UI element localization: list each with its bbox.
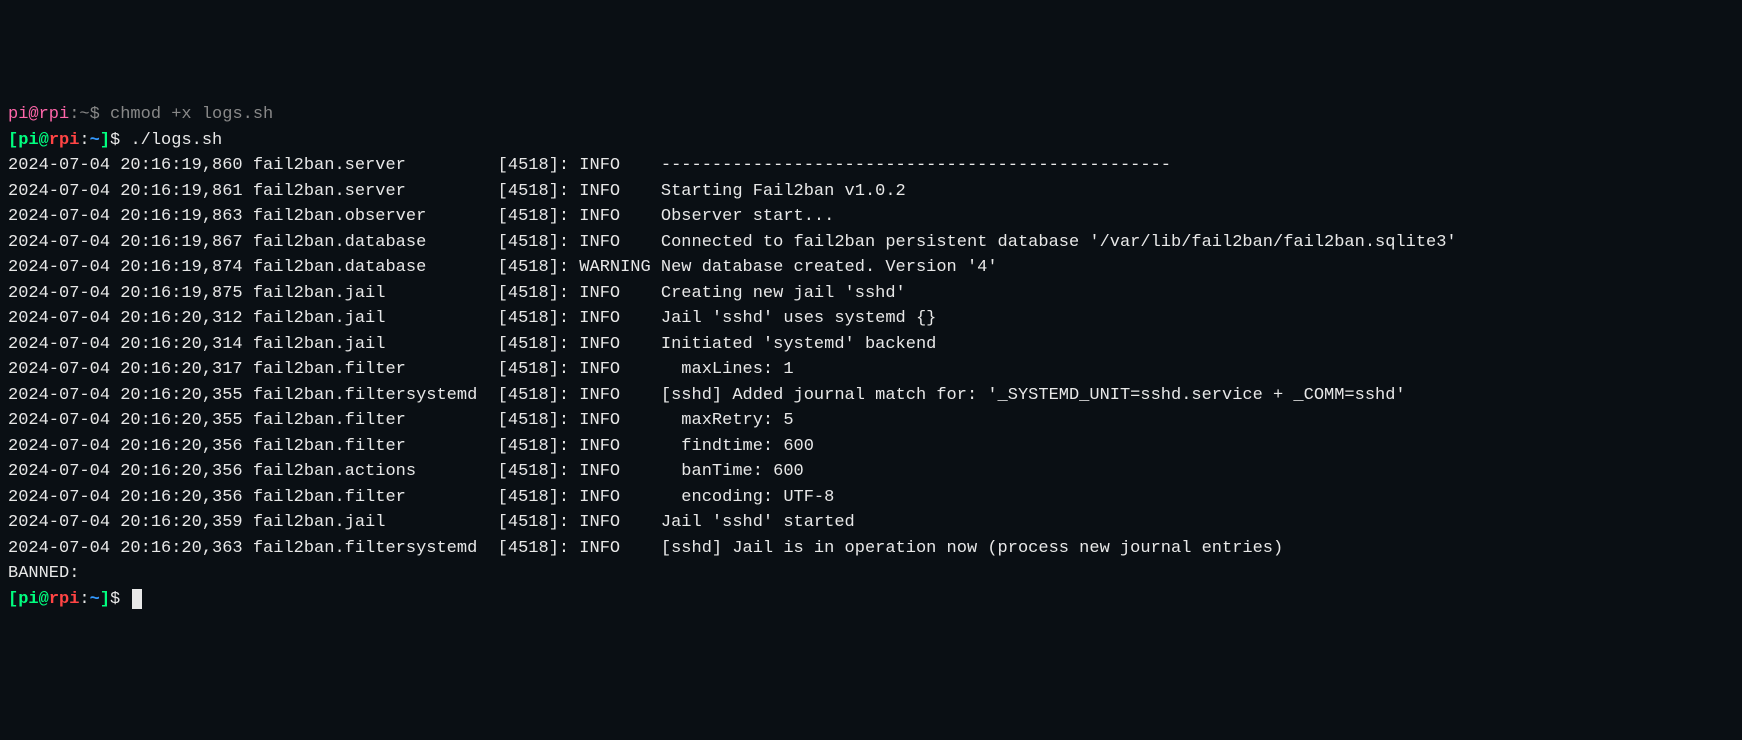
prompt-line-2: [pi@rpi:~]$ (8, 587, 1734, 613)
log-output-line: 2024-07-04 20:16:19,860 fail2ban.server … (8, 153, 1734, 179)
bracket-close: ] (100, 590, 110, 609)
partial-previous-line: pi@rpi:~$ chmod +x logs.sh (8, 102, 1734, 128)
prompt-dollar: $ (110, 131, 120, 150)
prompt-at: @ (39, 590, 49, 609)
bracket-open: [ (8, 590, 18, 609)
prompt-user: pi (18, 590, 38, 609)
command-text: ./logs.sh (130, 131, 222, 150)
bracket-open: [ (8, 131, 18, 150)
log-output-line: 2024-07-04 20:16:20,355 fail2ban.filter … (8, 408, 1734, 434)
log-output-line: 2024-07-04 20:16:19,875 fail2ban.jail [4… (8, 281, 1734, 307)
log-output-line: 2024-07-04 20:16:20,355 fail2ban.filters… (8, 383, 1734, 409)
log-output-line: 2024-07-04 20:16:20,317 fail2ban.filter … (8, 357, 1734, 383)
prompt-host: rpi (49, 131, 80, 150)
log-output-line: 2024-07-04 20:16:20,314 fail2ban.jail [4… (8, 332, 1734, 358)
log-output-line: 2024-07-04 20:16:20,356 fail2ban.filter … (8, 485, 1734, 511)
prompt-line-1: [pi@rpi:~]$ ./logs.sh (8, 128, 1734, 154)
log-output-line: 2024-07-04 20:16:20,359 fail2ban.jail [4… (8, 510, 1734, 536)
log-output-line: 2024-07-04 20:16:19,874 fail2ban.databas… (8, 255, 1734, 281)
log-output-line: 2024-07-04 20:16:20,356 fail2ban.actions… (8, 459, 1734, 485)
prompt-host: rpi (49, 590, 80, 609)
prompt-user: pi (18, 131, 38, 150)
prompt-path: ~ (90, 131, 100, 150)
prompt-dollar: $ (110, 590, 120, 609)
log-output-line: 2024-07-04 20:16:19,861 fail2ban.server … (8, 179, 1734, 205)
prompt-path: ~ (90, 590, 100, 609)
log-output-line: 2024-07-04 20:16:19,863 fail2ban.observe… (8, 204, 1734, 230)
banned-line: BANNED: (8, 561, 1734, 587)
log-output-line: 2024-07-04 20:16:19,867 fail2ban.databas… (8, 230, 1734, 256)
prompt-colon: : (79, 590, 89, 609)
log-output-line: 2024-07-04 20:16:20,312 fail2ban.jail [4… (8, 306, 1734, 332)
log-output-line: 2024-07-04 20:16:20,363 fail2ban.filters… (8, 536, 1734, 562)
prompt-colon: : (79, 131, 89, 150)
cursor[interactable] (132, 589, 142, 609)
log-output-line: 2024-07-04 20:16:20,356 fail2ban.filter … (8, 434, 1734, 460)
bracket-close: ] (100, 131, 110, 150)
terminal[interactable]: pi@rpi:~$ chmod +x logs.sh[pi@rpi:~]$ ./… (0, 102, 1742, 612)
prompt-at: @ (39, 131, 49, 150)
